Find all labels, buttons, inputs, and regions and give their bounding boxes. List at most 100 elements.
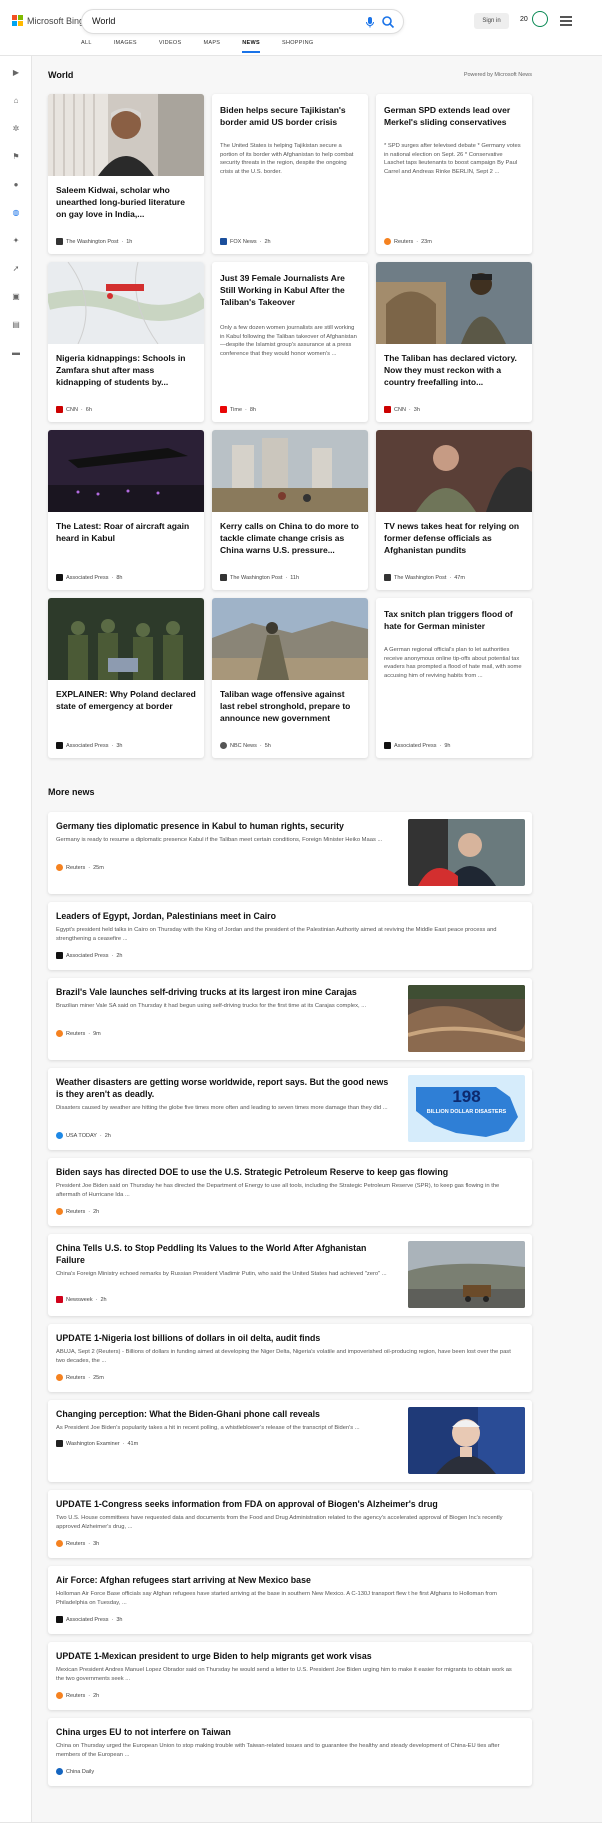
thumb-caption: BILLION DOLLAR DISASTERS xyxy=(426,1109,507,1115)
card-source: Reuters · 23m xyxy=(384,238,432,245)
tab-shopping[interactable]: SHOPPING xyxy=(282,40,313,53)
list-item[interactable]: UPDATE 1-Congress seeks information from… xyxy=(48,1490,532,1558)
timestamp: 3h xyxy=(93,1540,100,1547)
logo-text: Microsoft Bing xyxy=(27,15,85,26)
list-item[interactable]: UPDATE 1-Mexican president to urge Biden… xyxy=(48,1642,532,1710)
source-logo-icon xyxy=(384,238,391,245)
search-input[interactable]: World xyxy=(92,16,115,26)
item-source: Reuters · 2h xyxy=(56,1208,99,1215)
article-image xyxy=(376,262,532,344)
tab-videos[interactable]: VIDEOS xyxy=(159,40,182,53)
tab-news[interactable]: NEWS xyxy=(242,40,260,53)
item-title[interactable]: China urges EU to not interfere on Taiwa… xyxy=(56,1726,516,1738)
news-card[interactable]: Saleem Kidwai, scholar who unearthed lon… xyxy=(48,94,204,254)
news-card[interactable]: The Latest: Roar of aircraft again heard… xyxy=(48,430,204,590)
sign-in-button[interactable]: Sign in xyxy=(474,13,509,29)
news-card[interactable]: EXPLAINER: Why Poland declared state of … xyxy=(48,598,204,758)
card-snippet: The United States is helping Tajikistan … xyxy=(220,143,354,175)
news-card[interactable]: Taliban wage offensive against last rebe… xyxy=(212,598,368,758)
sparkle-icon[interactable]: ✲ xyxy=(11,124,21,134)
news-card[interactable]: Just 39 Female Journalists Are Still Wor… xyxy=(212,262,368,422)
location-icon[interactable]: ● xyxy=(11,180,21,190)
business-icon[interactable]: ✦ xyxy=(11,236,21,246)
item-title[interactable]: Changing perception: What the Biden-Ghan… xyxy=(56,1408,396,1420)
globe-icon[interactable]: ◍ xyxy=(11,208,21,218)
search-icon[interactable] xyxy=(381,15,395,29)
rocket-icon[interactable]: ➚ xyxy=(11,264,21,274)
source-logo-icon xyxy=(56,1374,63,1381)
bing-logo[interactable]: Microsoft Bing xyxy=(12,15,84,26)
powered-by[interactable]: Powered by Microsoft News xyxy=(464,72,532,78)
item-title[interactable]: Brazil's Vale launches self-driving truc… xyxy=(56,986,396,998)
card-title[interactable]: EXPLAINER: Why Poland declared state of … xyxy=(56,688,196,712)
list-item[interactable]: China Tells U.S. to Stop Peddling Its Va… xyxy=(48,1234,532,1316)
item-title[interactable]: Weather disasters are getting worse worl… xyxy=(56,1076,396,1100)
rewards-points[interactable]: 20 xyxy=(520,16,528,23)
item-title[interactable]: UPDATE 1-Mexican president to urge Biden… xyxy=(56,1650,516,1662)
source-name: Reuters xyxy=(66,1540,86,1547)
card-source: Associated Press · 9h xyxy=(384,742,450,749)
thumb-number: 198 xyxy=(452,1087,481,1106)
list-item[interactable]: Brazil's Vale launches self-driving truc… xyxy=(48,978,532,1060)
list-item[interactable]: Biden says has directed DOE to use the U… xyxy=(48,1158,532,1226)
list-item[interactable]: Weather disasters are getting worse worl… xyxy=(48,1068,532,1150)
item-thumbnail xyxy=(408,819,525,886)
tab-maps[interactable]: MAPS xyxy=(203,40,220,53)
entertainment-icon[interactable]: ▣ xyxy=(11,292,21,302)
politics-icon[interactable]: ▤ xyxy=(11,320,21,330)
card-title[interactable]: Kerry calls on China to do more to tackl… xyxy=(220,520,360,556)
item-title[interactable]: Germany ties diplomatic presence in Kabu… xyxy=(56,820,396,832)
flag-icon[interactable]: ⚑ xyxy=(11,152,21,162)
list-item[interactable]: Changing perception: What the Biden-Ghan… xyxy=(48,1400,532,1482)
news-card[interactable]: The Taliban has declared victory. Now th… xyxy=(376,262,532,422)
list-item[interactable]: China urges EU to not interfere on Taiwa… xyxy=(48,1718,532,1786)
news-card[interactable]: Tax snitch plan triggers flood of hate f… xyxy=(376,598,532,758)
item-thumbnail xyxy=(408,985,525,1052)
card-title[interactable]: The Taliban has declared victory. Now th… xyxy=(384,352,524,388)
item-title[interactable]: Air Force: Afghan refugees start arrivin… xyxy=(56,1574,516,1586)
list-item[interactable]: Leaders of Egypt, Jordan, Palestinians m… xyxy=(48,902,532,970)
list-item[interactable]: Air Force: Afghan refugees start arrivin… xyxy=(48,1566,532,1634)
microphone-icon[interactable] xyxy=(363,15,377,29)
expand-icon[interactable]: ▶ xyxy=(11,68,21,78)
news-card[interactable]: Biden helps secure Tajikistan's border a… xyxy=(212,94,368,254)
home-icon[interactable]: ⌂ xyxy=(11,96,21,106)
timestamp: 3h xyxy=(413,406,420,413)
item-title[interactable]: UPDATE 1-Nigeria lost billions of dollar… xyxy=(56,1332,516,1344)
source-name: Associated Press xyxy=(66,574,109,581)
list-item[interactable]: Germany ties diplomatic presence in Kabu… xyxy=(48,812,532,894)
card-title[interactable]: German SPD extends lead over Merkel's sl… xyxy=(384,104,524,128)
card-title[interactable]: Just 39 Female Journalists Are Still Wor… xyxy=(220,272,360,308)
list-item[interactable]: UPDATE 1-Nigeria lost billions of dollar… xyxy=(48,1324,532,1392)
source-logo-icon xyxy=(56,1540,63,1547)
item-title[interactable]: Biden says has directed DOE to use the U… xyxy=(56,1166,516,1178)
news-card[interactable]: Nigeria kidnappings: Schools in Zamfara … xyxy=(48,262,204,422)
item-snippet: Brazilian miner Vale SA said on Thursday… xyxy=(56,1003,367,1009)
source-logo-icon xyxy=(56,1440,63,1447)
item-snippet: Mexican President Andres Manuel Lopez Ob… xyxy=(56,1667,512,1682)
menu-icon[interactable] xyxy=(560,16,572,26)
search-box[interactable]: World xyxy=(81,9,404,34)
card-title[interactable]: Nigeria kidnappings: Schools in Zamfara … xyxy=(56,352,196,388)
rewards-icon[interactable] xyxy=(532,11,548,27)
card-title[interactable]: Saleem Kidwai, scholar who unearthed lon… xyxy=(56,184,196,220)
news-card[interactable]: TV news takes heat for relying on former… xyxy=(376,430,532,590)
news-card[interactable]: German SPD extends lead over Merkel's sl… xyxy=(376,94,532,254)
item-source: Reuters · 3h xyxy=(56,1540,99,1547)
tab-images[interactable]: IMAGES xyxy=(114,40,137,53)
item-title[interactable]: UPDATE 1-Congress seeks information from… xyxy=(56,1498,516,1510)
money-icon[interactable]: ▬ xyxy=(11,348,21,358)
card-title[interactable]: TV news takes heat for relying on former… xyxy=(384,520,524,556)
item-title[interactable]: Leaders of Egypt, Jordan, Palestinians m… xyxy=(56,910,516,922)
card-source: NBC News · 5h xyxy=(220,742,271,749)
item-title[interactable]: China Tells U.S. to Stop Peddling Its Va… xyxy=(56,1242,376,1266)
news-card[interactable]: Kerry calls on China to do more to tackl… xyxy=(212,430,368,590)
timestamp: 5h xyxy=(264,742,271,749)
tab-all[interactable]: ALL xyxy=(81,40,92,53)
source-logo-icon xyxy=(56,1030,63,1037)
card-title[interactable]: The Latest: Roar of aircraft again heard… xyxy=(56,520,196,544)
card-title[interactable]: Tax snitch plan triggers flood of hate f… xyxy=(384,608,524,632)
card-title[interactable]: Biden helps secure Tajikistan's border a… xyxy=(220,104,360,128)
card-title[interactable]: Taliban wage offensive against last rebe… xyxy=(220,688,360,724)
card-source: The Washington Post · 47m xyxy=(384,574,465,581)
